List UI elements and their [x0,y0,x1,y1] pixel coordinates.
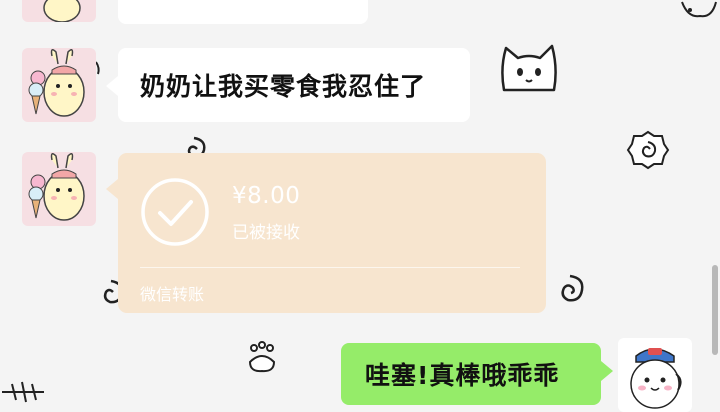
paw-icon [248,341,276,373]
cat-ear-doodle [681,1,717,18]
transfer-card[interactable]: ¥8.00 已被接收 微信转账 [106,153,546,313]
fish-bone-icon [2,381,44,403]
transfer-status: 已被接收 [232,223,300,243]
cat-face-icon [501,44,557,92]
avatar[interactable] [22,152,96,226]
swirl-icon [626,130,670,170]
transfer-label: 微信转账 [140,285,205,304]
chick-avatar-icon [28,49,85,117]
chick-avatar-icon [43,0,81,22]
swirl-icon [561,274,584,302]
message-bubble-sent[interactable]: 哇塞!真棒哦乖乖 [341,343,613,405]
message-text: 奶奶让我买零食我忍住了 [140,72,427,101]
message-bubble[interactable]: 奶奶让我买零食我忍住了 [106,48,470,122]
top-bubble-edge [118,0,368,24]
transfer-amount: ¥8.00 [232,183,301,209]
avatar[interactable] [22,48,96,122]
avatar[interactable] [22,0,96,22]
message-text: 哇塞!真棒哦乖乖 [365,361,560,390]
divider [140,267,520,268]
avatar-self[interactable] [618,338,692,412]
check-circle-icon [141,178,209,246]
chick-avatar-icon [28,153,85,221]
scrollbar[interactable] [712,265,718,355]
cat-avatar-icon [630,348,682,409]
